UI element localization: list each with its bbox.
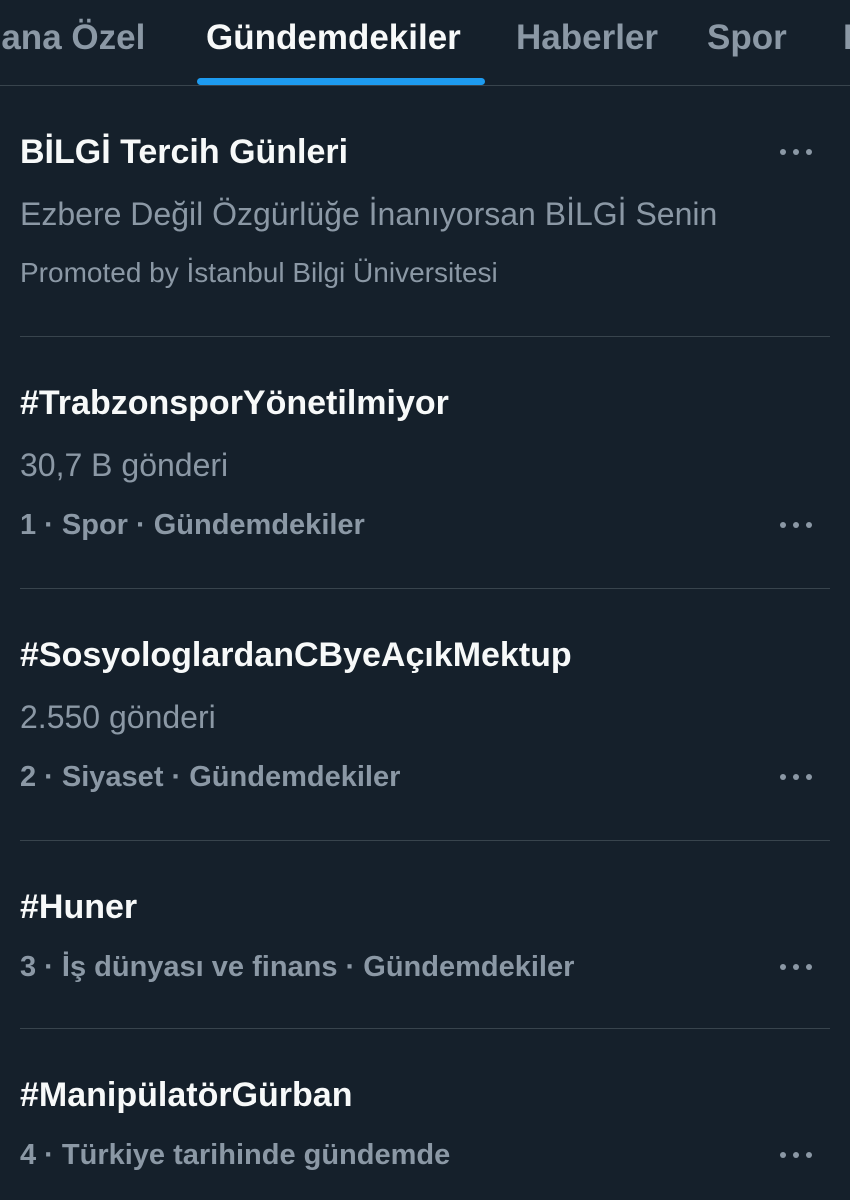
trend-title: #ManipülatörGürban bbox=[20, 1076, 353, 1114]
trend-meta: 3 · İş dünyası ve finans · Gündemdekiler bbox=[20, 951, 575, 983]
tab-eglence[interactable]: E bbox=[843, 14, 850, 62]
trend-meta: 1 · Spor · Gündemdekiler bbox=[20, 509, 365, 541]
tab-haberler[interactable]: Haberler bbox=[516, 14, 658, 62]
promoted-trend[interactable]: BİLGİ Tercih Günleri Ezbere Değil Özgürl… bbox=[0, 86, 850, 336]
trend-item[interactable]: #Huner 3 · İş dünyası ve finans · Gündem… bbox=[0, 841, 850, 1029]
trend-meta: 2 · Siyaset · Gündemdekiler bbox=[20, 761, 401, 793]
trend-item[interactable]: #ManipülatörGürban 4 · Türkiye tarihinde… bbox=[0, 1029, 850, 1200]
more-options-icon[interactable] bbox=[780, 767, 812, 787]
promoted-by-label: Promoted by İstanbul Bilgi Üniversitesi bbox=[20, 257, 498, 288]
trend-meta: 4 · Türkiye tarihinde gündemde bbox=[20, 1139, 451, 1171]
promoted-description: Ezbere Değil Özgürlüğe İnanıyorsan BİLGİ… bbox=[20, 196, 718, 232]
tab-spor[interactable]: Spor bbox=[707, 14, 787, 62]
more-options-icon[interactable] bbox=[780, 515, 812, 535]
more-options-icon[interactable] bbox=[780, 1145, 812, 1165]
active-tab-indicator bbox=[197, 78, 485, 85]
tab-gundemdekiler[interactable]: Gündemdekiler bbox=[206, 14, 461, 62]
trend-post-count: 30,7 B gönderi bbox=[20, 447, 229, 483]
trend-title: #SosyologlardanCByeAçıkMektup bbox=[20, 636, 572, 674]
promoted-title: BİLGİ Tercih Günleri bbox=[20, 133, 349, 171]
trend-title: #Huner bbox=[20, 888, 138, 926]
trend-post-count: 2.550 gönderi bbox=[20, 699, 216, 735]
more-options-icon[interactable] bbox=[780, 142, 812, 162]
trend-item[interactable]: #SosyologlardanCByeAçıkMektup 2.550 gönd… bbox=[0, 589, 850, 839]
tab-bar: Sana Özel Gündemdekiler Haberler Spor E bbox=[0, 0, 850, 86]
tab-sana-ozel[interactable]: Sana Özel bbox=[0, 14, 145, 62]
trend-item[interactable]: #TrabzonsporYönetilmiyor 30,7 B gönderi … bbox=[0, 337, 850, 587]
more-options-icon[interactable] bbox=[780, 957, 812, 977]
trend-title: #TrabzonsporYönetilmiyor bbox=[20, 384, 449, 422]
